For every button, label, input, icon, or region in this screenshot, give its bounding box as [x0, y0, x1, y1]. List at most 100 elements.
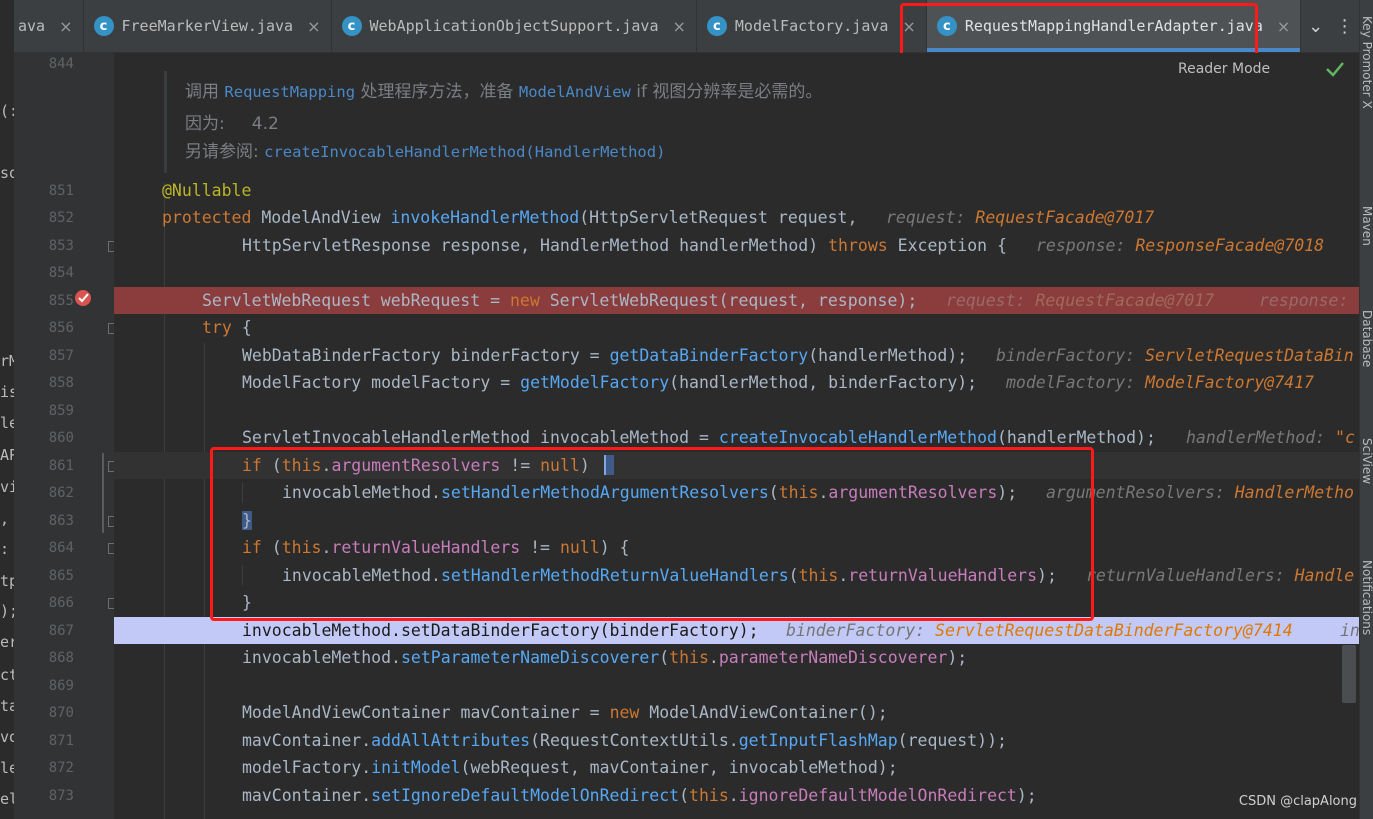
- line-number: 856: [48, 320, 74, 336]
- tab-label: RequestMappingHandlerAdapter.java: [964, 17, 1263, 35]
- change-marker: [102, 453, 104, 533]
- debug-inline-value: in: [1340, 621, 1359, 640]
- debug-inline-value: binderFactory: ServletRequestDataBinderF…: [786, 621, 1293, 640]
- debug-inline-value: argumentResolvers: HandlerMetho: [1046, 483, 1354, 502]
- line-number: 867: [48, 623, 74, 639]
- line-number: 861: [48, 458, 74, 474]
- breakpoint-line: ServletWebRequest webRequest = new Servl…: [114, 287, 1359, 314]
- doc-link[interactable]: createInvocableHandlerMethod(HandlerMeth…: [264, 143, 665, 161]
- code-line: try {: [202, 318, 252, 337]
- doc-link[interactable]: RequestMapping: [224, 83, 355, 101]
- execution-point-line: invocableMethod.setDataBinderFactory(bin…: [114, 617, 1359, 644]
- close-icon[interactable]: ×: [1277, 17, 1290, 36]
- editor-gutter: 844 851 852 853 854 855 856 857 858 859 …: [14, 53, 119, 819]
- code-line: ServletInvocableHandlerMethod invocableM…: [114, 424, 1359, 451]
- tool-window-database[interactable]: Database: [1360, 310, 1373, 367]
- doc-link[interactable]: ModelAndView: [519, 83, 631, 101]
- left-panel-edge: (: so rM is le AP vi , : tp ); er ct ta …: [0, 0, 15, 819]
- left-fragment: ,: [0, 510, 10, 528]
- code-line: mavContainer.addAllAttributes(RequestCon…: [242, 731, 1007, 750]
- line-number: 857: [48, 348, 74, 364]
- line-number: 872: [48, 760, 74, 776]
- left-fragment: vo: [0, 728, 14, 746]
- tab-freemarkerview[interactable]: c FreeMarkerView.java ×: [84, 0, 332, 52]
- debug-inline-value: modelFactory: ModelFactory@7417: [1006, 373, 1314, 392]
- close-icon[interactable]: ×: [672, 17, 685, 36]
- tool-window-key-promoter[interactable]: Key Promoter X: [1360, 16, 1373, 109]
- code-line: if (this.argumentResolvers != null): [114, 452, 1359, 479]
- left-fragment: el: [0, 790, 14, 808]
- line-number: 851: [48, 183, 74, 199]
- line-number: 855: [48, 293, 74, 309]
- doc-see-also: 另请参阅: createInvocableHandlerMethod(Handl…: [185, 142, 666, 162]
- tool-window-sciview[interactable]: SciView: [1360, 438, 1373, 484]
- java-class-icon: c: [706, 16, 727, 36]
- close-icon[interactable]: ×: [902, 17, 915, 36]
- tab-label: WebApplicationObjectSupport.java: [369, 17, 659, 35]
- line-number: 853: [48, 238, 74, 254]
- watermark: CSDN @clapAlong: [1238, 794, 1357, 809]
- debug-inline-value: request: RequestFacade@7017: [886, 208, 1155, 227]
- left-fragment: tp: [0, 572, 14, 590]
- editor-tab-bar: ava × c FreeMarkerView.java × c WebAppli…: [14, 0, 1359, 53]
- code-line: invocableMethod.setParameterNameDiscover…: [242, 648, 968, 667]
- line-number: 869: [48, 678, 74, 694]
- line-number: 854: [48, 265, 74, 281]
- tab-truncated[interactable]: ava ×: [14, 0, 84, 52]
- java-class-icon: c: [341, 16, 362, 36]
- code-editor[interactable]: 调用 RequestMapping 处理程序方法，准备 ModelAndView…: [114, 53, 1359, 819]
- left-fragment: :: [0, 540, 10, 558]
- left-fragment: (:: [0, 102, 14, 120]
- reader-mode-button[interactable]: Reader Mode: [1178, 61, 1270, 77]
- line-number: 868: [48, 650, 74, 666]
- doc-description: 调用 RequestMapping 处理程序方法，准备 ModelAndView…: [185, 82, 823, 102]
- line-number: 866: [48, 595, 74, 611]
- doc-since: 因为: 4.2: [185, 114, 279, 134]
- tab-webapplicationobjectsupport[interactable]: c WebApplicationObjectSupport.java ×: [332, 0, 697, 52]
- line-number: 852: [48, 210, 74, 226]
- left-fragment: so: [0, 164, 14, 182]
- code-line: HttpServletResponse response, HandlerMet…: [114, 232, 1359, 259]
- debug-inline-value: binderFactory: ServletRequestDataBin: [996, 346, 1354, 365]
- line-number: 858: [48, 375, 74, 391]
- chevron-down-icon[interactable]: ⌄: [1301, 0, 1330, 52]
- tab-label: ModelFactory.java: [734, 17, 889, 35]
- vertical-scrollbar-thumb[interactable]: [1342, 645, 1356, 703]
- debug-inline-value: handlerMethod: "c: [1186, 428, 1355, 447]
- breakpoint-icon[interactable]: [74, 288, 94, 308]
- line-number: 859: [48, 403, 74, 419]
- left-fragment: is: [0, 383, 14, 401]
- code-line: ModelFactory modelFactory = getModelFact…: [114, 369, 1359, 396]
- tab-modelfactory[interactable]: c ModelFactory.java ×: [697, 0, 927, 52]
- java-class-icon: c: [93, 16, 114, 36]
- close-icon[interactable]: ×: [59, 17, 72, 36]
- left-fragment: er: [0, 633, 14, 651]
- code-line: @Nullable: [162, 181, 252, 200]
- debug-inline-value: request: RequestFacade@7017: [946, 291, 1215, 310]
- line-number: 871: [48, 733, 74, 749]
- code-line: }: [242, 593, 252, 612]
- tool-window-maven[interactable]: Maven: [1360, 206, 1373, 246]
- left-fragment: vi: [0, 478, 14, 496]
- text-caret: [604, 455, 614, 475]
- code-line: invocableMethod.setHandlerMethodArgument…: [114, 479, 1359, 506]
- code-line: modelFactory.initModel(webRequest, mavCo…: [242, 758, 898, 777]
- tab-requestmappinghandleradapter[interactable]: c RequestMappingHandlerAdapter.java ×: [926, 0, 1302, 52]
- more-vertical-icon[interactable]: ⋮: [1330, 0, 1359, 52]
- line-number: 863: [48, 513, 74, 529]
- tab-label: ava: [18, 17, 46, 35]
- close-icon[interactable]: ×: [307, 17, 320, 36]
- code-line: }: [242, 511, 252, 530]
- code-line: if (this.returnValueHandlers != null) {: [242, 538, 630, 557]
- tool-window-notifications[interactable]: Notifications: [1360, 560, 1373, 635]
- debug-inline-value: response:: [1259, 291, 1349, 310]
- code-line: protected ModelAndView invokeHandlerMeth…: [114, 204, 1359, 231]
- inspection-ok-icon[interactable]: [1324, 59, 1346, 79]
- java-class-icon: c: [936, 16, 957, 36]
- left-fragment: ta: [0, 697, 14, 715]
- code-line: invocableMethod.setHandlerMethodReturnVa…: [114, 562, 1359, 589]
- debug-inline-value: response: ResponseFacade@7018: [1036, 236, 1325, 255]
- left-fragment: AP: [0, 446, 14, 464]
- code-line: WebDataBinderFactory binderFactory = get…: [114, 342, 1359, 369]
- line-number: 844: [48, 56, 74, 72]
